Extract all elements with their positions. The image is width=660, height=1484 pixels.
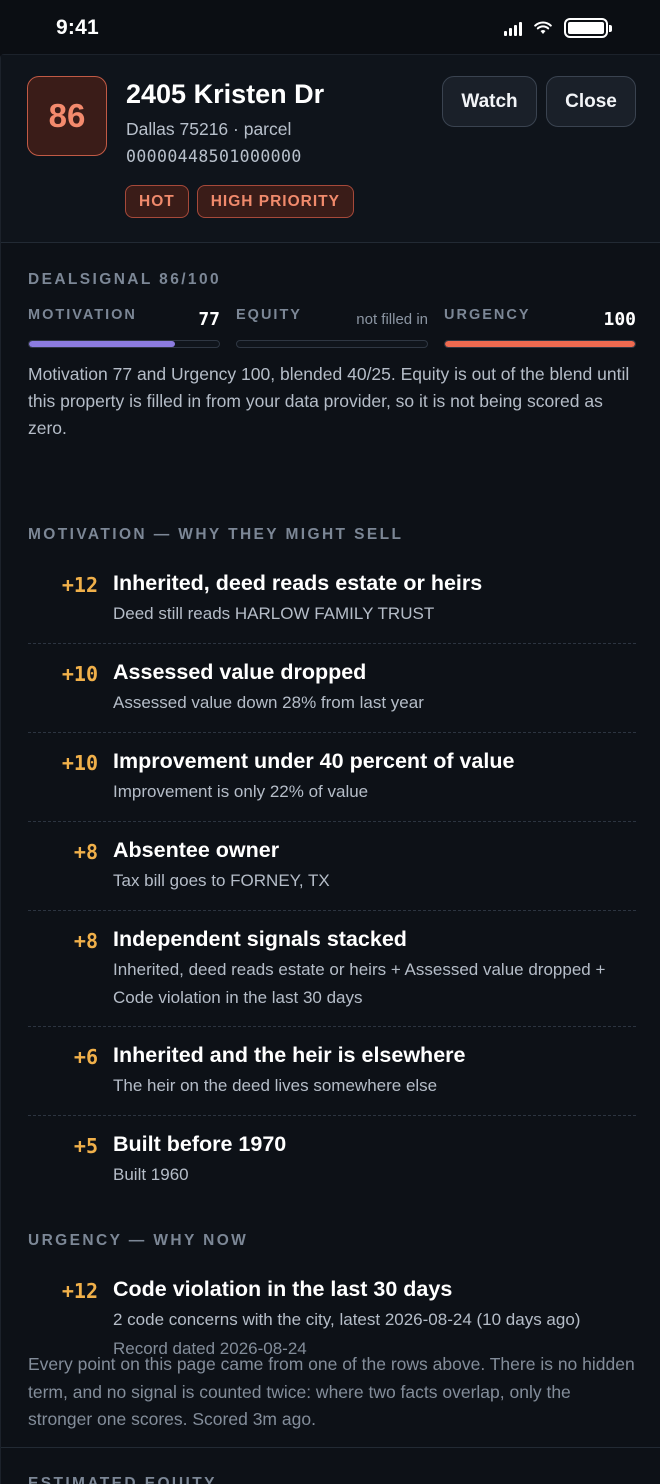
motivation-bar-fill — [29, 341, 176, 347]
signal-title: Built before 1970 — [113, 1132, 287, 1156]
signal-title: Code violation in the last 30 days — [113, 1277, 453, 1301]
equity-bar — [236, 340, 428, 348]
tag-list: HOT HIGH PRIORITY — [125, 185, 354, 218]
dealsignal-label: DEALSIGNAL 86/100 — [28, 271, 221, 288]
list-item: +8 Independent signals stacked Inherited… — [28, 911, 636, 1027]
motivation-bar — [28, 340, 220, 348]
close-button[interactable]: Close — [546, 76, 636, 127]
signal-points: +6 — [73, 1045, 98, 1069]
signal-points: +12 — [61, 573, 98, 597]
estimated-equity-label: ESTIMATED EQUITY — [28, 1475, 217, 1484]
list-item: +10 Assessed value dropped Assessed valu… — [28, 644, 636, 733]
signal-title: Improvement under 40 percent of value — [113, 749, 515, 773]
signal-title: Inherited, deed reads estate or heirs — [113, 571, 483, 595]
urgency-bar — [444, 340, 636, 348]
list-item: +12 Inherited, deed reads estate or heir… — [28, 555, 636, 644]
signal-title: Independent signals stacked — [113, 927, 407, 951]
hot-tag: HOT — [125, 185, 189, 218]
list-item: +10 Improvement under 40 percent of valu… — [28, 733, 636, 822]
signal-points: +10 — [61, 662, 98, 686]
signal-detail: Deed still reads HARLOW FAMILY TRUST — [113, 604, 435, 623]
list-item: +5 Built before 1970 Built 1960 — [28, 1116, 636, 1205]
parcel-id: 00000448501000000 — [126, 147, 302, 166]
scoring-footnote: Every point on this page came from one o… — [28, 1354, 635, 1429]
urgency-bar-fill — [445, 341, 635, 347]
status-bar: 9:41 — [0, 0, 660, 54]
equity-label: EQUITY — [236, 307, 302, 323]
signal-detail: Built 1960 — [113, 1165, 189, 1184]
list-item: +8 Absentee owner Tax bill goes to FORNE… — [28, 822, 636, 911]
equity-note: not filled in — [356, 311, 428, 328]
cellular-signal-icon — [504, 21, 522, 36]
wifi-icon — [534, 21, 552, 34]
motivation-label: MOTIVATION — [28, 307, 137, 323]
signal-title: Assessed value dropped — [113, 660, 367, 684]
signal-detail: The heir on the deed lives somewhere els… — [113, 1076, 438, 1095]
motivation-value: 77 — [198, 309, 220, 330]
urgency-section-label: URGENCY — WHY NOW — [28, 1232, 249, 1249]
signal-points: +8 — [73, 929, 98, 953]
signal-title: Absentee owner — [113, 838, 280, 862]
list-item: +6 Inherited and the heir is elsewhere T… — [28, 1027, 636, 1116]
signal-points: +10 — [61, 751, 98, 775]
property-address: 2405 Kristen Dr — [126, 79, 325, 109]
signal-detail: Inherited, deed reads estate or heirs + … — [113, 960, 606, 1007]
signal-points: +5 — [73, 1134, 98, 1158]
property-header: 86 2405 Kristen Dr Dallas 75216 · parcel… — [1, 55, 660, 243]
list-item: +12 Code violation in the last 30 days 2… — [28, 1261, 636, 1358]
urgency-label: URGENCY — [444, 307, 531, 323]
watch-button[interactable]: Watch — [442, 76, 537, 127]
blend-explanation: Motivation 77 and Urgency 100, blended 4… — [28, 364, 630, 438]
motivation-signal-list: +12 Inherited, deed reads estate or heir… — [28, 555, 636, 1205]
signal-title: Inherited and the heir is elsewhere — [113, 1043, 466, 1067]
motivation-section-label: MOTIVATION — WHY THEY MIGHT SELL — [28, 526, 404, 543]
status-time: 9:41 — [56, 16, 99, 39]
property-detail-sheet: 86 2405 Kristen Dr Dallas 75216 · parcel… — [0, 54, 660, 1484]
signal-detail: Improvement is only 22% of value — [113, 782, 369, 801]
section-divider — [1, 1447, 660, 1448]
city-parcel-line: Dallas 75216 · parcel — [126, 119, 292, 139]
signal-detail: Assessed value down 28% from last year — [113, 693, 424, 712]
signal-points: +8 — [73, 840, 98, 864]
signal-detail: Tax bill goes to FORNEY, TX — [113, 871, 330, 890]
signal-points: +12 — [61, 1279, 98, 1303]
urgency-value: 100 — [603, 309, 636, 330]
high-priority-tag: HIGH PRIORITY — [196, 185, 354, 218]
status-icons — [504, 16, 612, 40]
signal-detail: 2 code concerns with the city, latest 20… — [113, 1310, 581, 1329]
battery-icon — [564, 18, 612, 38]
urgency-signal-list: +12 Code violation in the last 30 days 2… — [28, 1261, 636, 1358]
deal-score-badge: 86 — [27, 76, 107, 156]
